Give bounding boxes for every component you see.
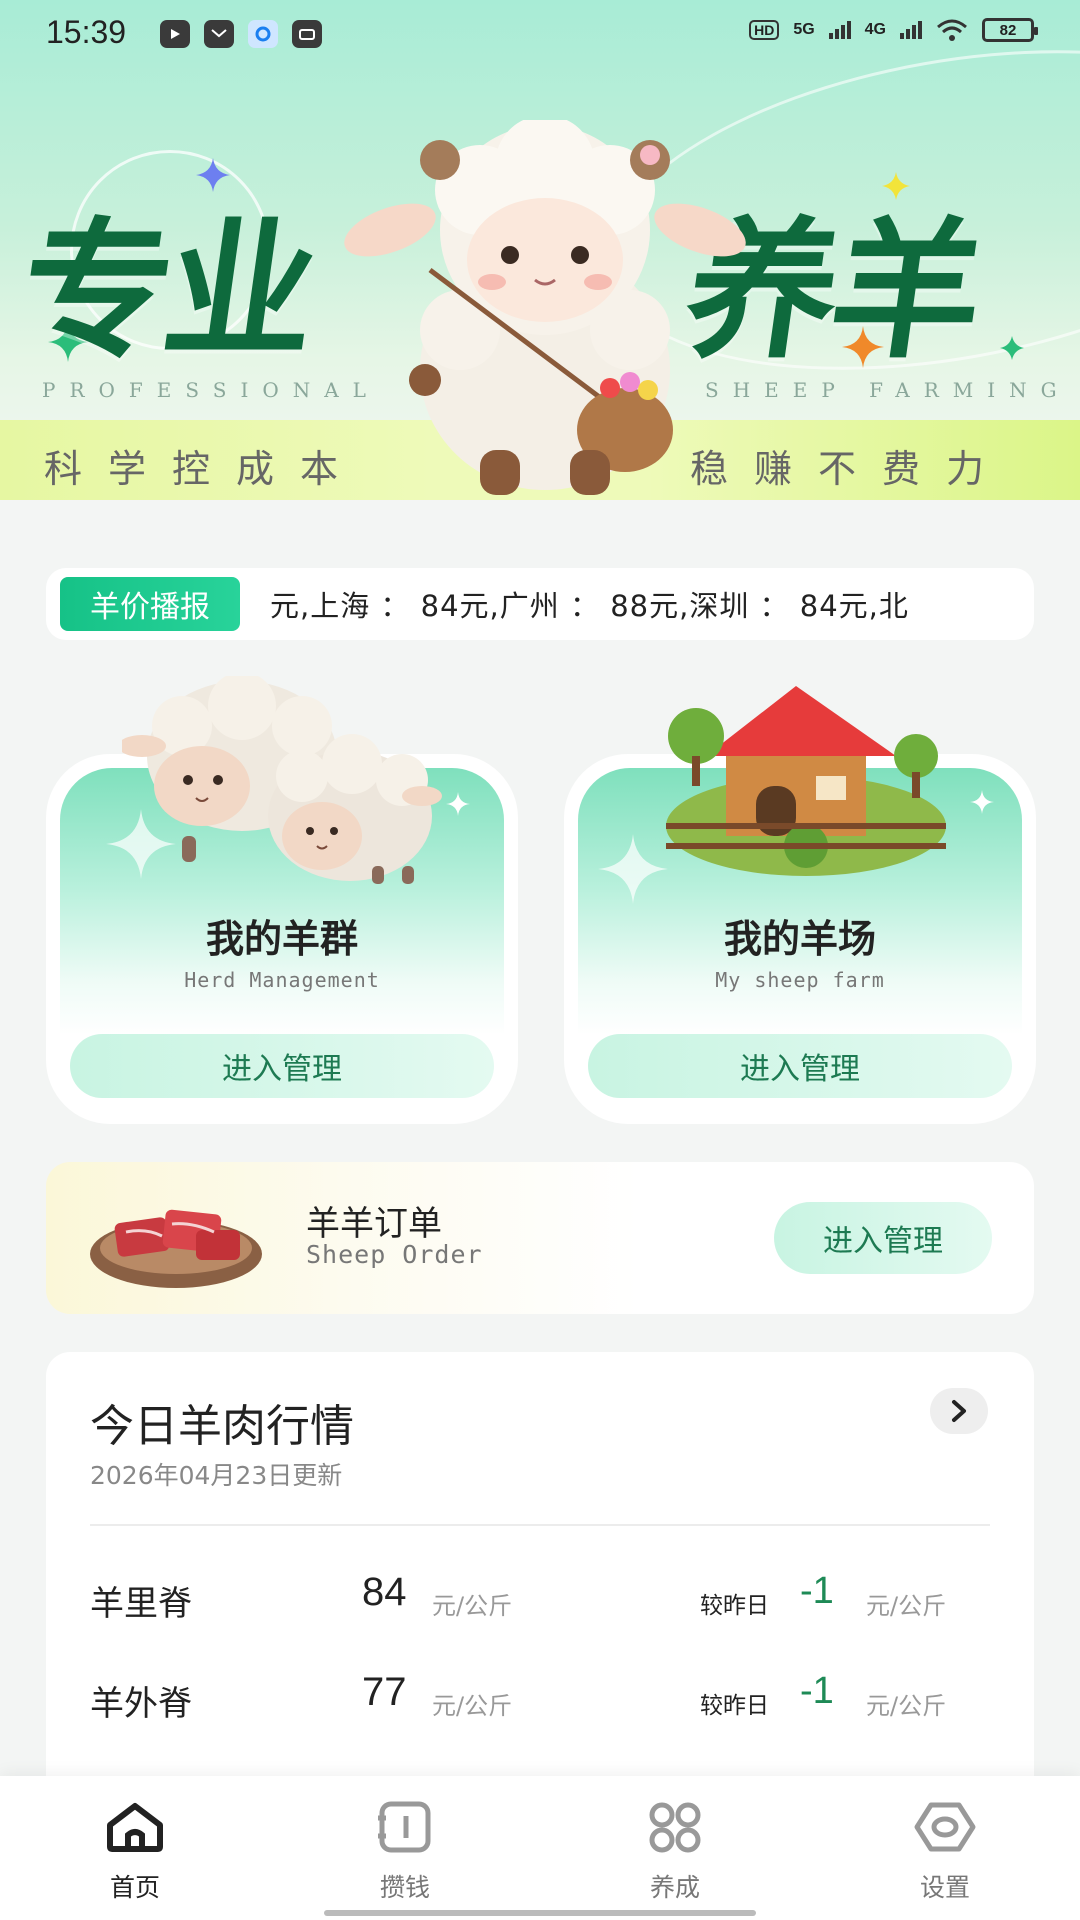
status-indicators: HD 5G 4G 82 bbox=[749, 18, 1038, 42]
market-title: 今日羊肉行情 bbox=[90, 1401, 354, 1452]
settings-icon bbox=[913, 1798, 977, 1856]
hd-indicator: HD bbox=[749, 20, 780, 40]
battery-icon: 82 bbox=[982, 18, 1038, 42]
hero-slogan-left: 科学控成本 bbox=[44, 447, 365, 491]
tab-raising[interactable]: 养成 bbox=[595, 1798, 755, 1908]
signal-icon bbox=[900, 21, 922, 39]
market-row: 羊里脊 84 元/公斤 较昨日 -1 元/公斤 bbox=[90, 1570, 990, 1630]
farm-manage-button[interactable]: 进入管理 bbox=[588, 1034, 1012, 1098]
card-title: 我的羊群 bbox=[205, 917, 358, 961]
tab-label: 养成 bbox=[649, 1873, 700, 1902]
meat-price: 84 bbox=[362, 1570, 407, 1614]
price-ticker[interactable]: 羊价播报 元,上海 ： 84元,广州 ： 88元,深圳 ： 84元,北 bbox=[46, 568, 1034, 640]
browser-app-icon bbox=[248, 20, 278, 48]
sparkle-icon bbox=[970, 790, 994, 814]
wallet-app-icon bbox=[292, 20, 322, 48]
price-delta: -1 bbox=[800, 1570, 834, 1612]
compare-label: 较昨日 bbox=[700, 1693, 769, 1719]
app-page: 15:39 HD 5G 4G 82 专业 养羊 PROFESSIONAL SHE… bbox=[0, 0, 1080, 1920]
message-app-icon bbox=[204, 20, 234, 48]
delta-unit: 元/公斤 bbox=[866, 1692, 947, 1720]
compare-label: 较昨日 bbox=[700, 1593, 769, 1619]
notification-icons bbox=[160, 20, 322, 48]
order-manage-button[interactable]: 进入管理 bbox=[774, 1202, 992, 1274]
meat-name: 羊外脊 bbox=[90, 1684, 192, 1724]
sheep-mascot-illustration bbox=[344, 120, 746, 495]
order-title: 羊羊订单 bbox=[306, 1204, 442, 1244]
tab-label: 设置 bbox=[919, 1873, 970, 1902]
hero-banner: 15:39 HD 5G 4G 82 专业 养羊 PROFESSIONAL SHE… bbox=[0, 0, 1080, 500]
meat-plate-illustration bbox=[90, 1209, 262, 1288]
battery-level: 82 bbox=[999, 21, 1017, 39]
bottom-tab-bar: 首页 攒钱 养成 设置 bbox=[0, 1776, 1080, 1920]
tab-label: 首页 bbox=[109, 1873, 160, 1902]
sheep-herd-illustration bbox=[122, 676, 442, 884]
price-unit: 元/公斤 bbox=[432, 1592, 513, 1620]
delta-unit: 元/公斤 bbox=[866, 1592, 947, 1620]
card-title: 我的羊场 bbox=[723, 917, 876, 961]
tab-home[interactable]: 首页 bbox=[55, 1798, 215, 1908]
order-subtitle: Sheep Order bbox=[306, 1240, 483, 1269]
home-indicator[interactable] bbox=[324, 1910, 756, 1916]
status-bar: 15:39 HD 5G 4G 82 bbox=[0, 0, 1080, 70]
home-icon bbox=[103, 1798, 167, 1856]
wallet-icon bbox=[373, 1798, 437, 1856]
divider bbox=[90, 1524, 990, 1526]
tab-savings[interactable]: 攒钱 bbox=[325, 1798, 485, 1908]
video-app-icon bbox=[160, 20, 190, 48]
meat-price: 77 bbox=[362, 1670, 407, 1714]
tab-settings[interactable]: 设置 bbox=[865, 1798, 1025, 1908]
market-row: 羊外脊 77 元/公斤 较昨日 -1 元/公斤 bbox=[90, 1670, 990, 1730]
tab-label: 攒钱 bbox=[379, 1873, 430, 1902]
market-more-button[interactable] bbox=[930, 1388, 988, 1434]
card-subtitle: My sheep farm bbox=[715, 968, 885, 992]
wifi-icon bbox=[937, 19, 967, 41]
chevron-right-icon bbox=[952, 1400, 966, 1422]
card-subtitle: Herd Management bbox=[184, 968, 380, 992]
hero-title-left: 专业 bbox=[9, 203, 323, 379]
farm-house-illustration bbox=[666, 686, 946, 876]
network-4g-label: 4G bbox=[864, 21, 886, 38]
ticker-text: 元,上海 ： 84元,广州 ： 88元,深圳 ： 84元,北 bbox=[270, 589, 909, 623]
price-delta: -1 bbox=[800, 1670, 834, 1712]
order-card[interactable]: 羊羊订单 Sheep Order 进入管理 bbox=[46, 1162, 1034, 1314]
market-updated-date: 2026年04月23日更新 bbox=[90, 1461, 343, 1490]
grid-icon bbox=[643, 1798, 707, 1856]
signal-icon bbox=[828, 21, 851, 39]
price-unit: 元/公斤 bbox=[432, 1692, 513, 1720]
status-time: 15:39 bbox=[46, 14, 127, 50]
ticker-tag: 羊价播报 bbox=[60, 577, 240, 631]
sparkle-icon bbox=[1000, 336, 1024, 360]
herd-manage-button[interactable]: 进入管理 bbox=[70, 1034, 494, 1098]
network-5g-label: 5G bbox=[793, 21, 815, 38]
meat-name: 羊里脊 bbox=[90, 1584, 192, 1624]
